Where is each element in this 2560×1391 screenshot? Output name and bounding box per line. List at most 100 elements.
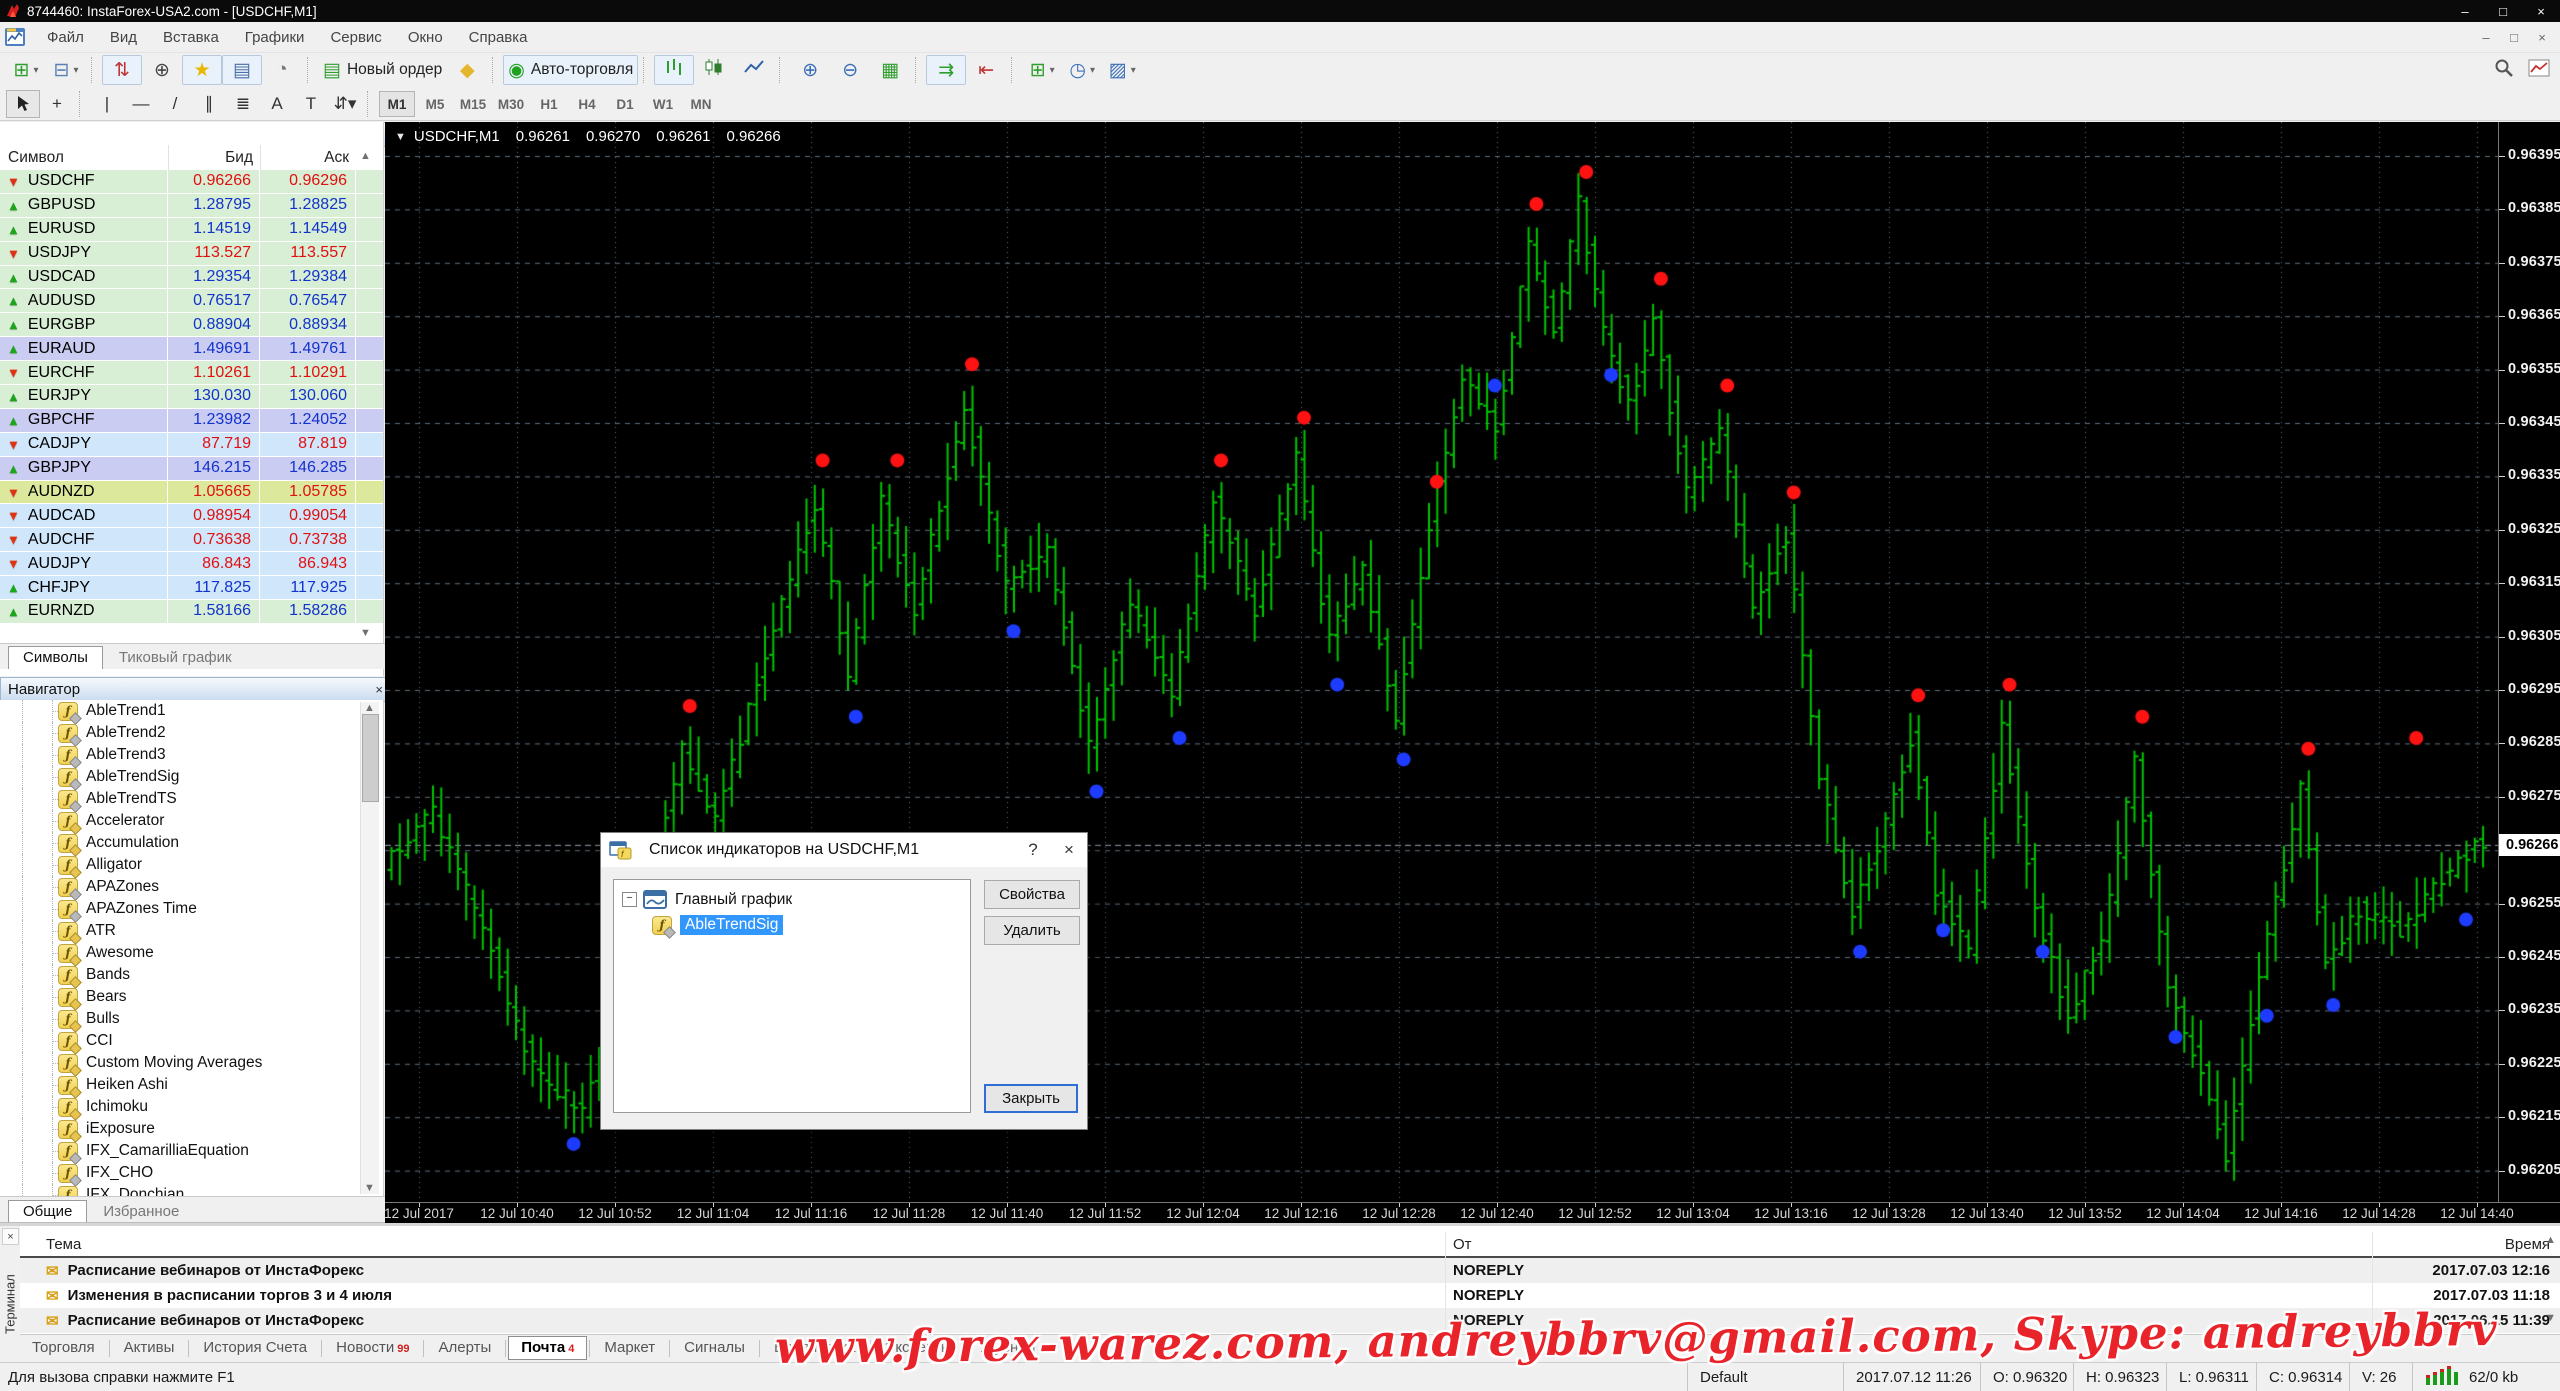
vertical-line-tool[interactable]: | — [90, 90, 124, 118]
navigator-item-Bands[interactable]: ƒBands — [0, 964, 383, 986]
navigator-scroll-thumb[interactable] — [362, 714, 379, 802]
new-chart-button[interactable]: ⊞▾ — [6, 55, 46, 85]
mail-column-От[interactable]: От — [1453, 1232, 1653, 1256]
chart-preview-icon[interactable] — [2528, 59, 2550, 82]
search-icon[interactable] — [2494, 58, 2514, 83]
chart-candles-button[interactable] — [694, 55, 734, 85]
close-button[interactable]: × — [2522, 0, 2560, 22]
terminal-toggle[interactable]: ▤ — [222, 55, 262, 85]
market-watch-row-AUDCAD[interactable]: ▼AUDCAD0.989540.99054 — [0, 504, 383, 528]
terminal-tab-Библиотека[interactable]: Библиотека — [762, 1337, 868, 1359]
zoom-out-button[interactable]: ⊖ — [830, 55, 870, 85]
mdi-restore-button[interactable]: □ — [2500, 30, 2528, 45]
market-watch-row-USDCAD[interactable]: ▲USDCAD1.293541.29384 — [0, 266, 383, 290]
timeframe-M30[interactable]: M30 — [493, 91, 529, 117]
market-watch-row-EURGBP[interactable]: ▲EURGBP0.889040.88934 — [0, 313, 383, 337]
terminal-tab-Сигналы[interactable]: Сигналы — [672, 1337, 757, 1359]
navigator-item-Alligator[interactable]: ƒAlligator — [0, 854, 383, 876]
periods-button[interactable]: ◷▾ — [1062, 55, 1102, 85]
tab-Символы[interactable]: Символы — [8, 646, 103, 669]
market-watch-row-GBPCHF[interactable]: ▲GBPCHF1.239821.24052 — [0, 409, 383, 433]
menu-item-Окно[interactable]: Окно — [395, 29, 456, 46]
navigator-item-Custom Moving Averages[interactable]: ƒCustom Moving Averages — [0, 1052, 383, 1074]
mdi-close-button[interactable]: × — [2528, 30, 2556, 45]
menu-item-Вид[interactable]: Вид — [97, 29, 150, 46]
navigator-tab-Общие[interactable]: Общие — [8, 1200, 87, 1223]
tree-root-label[interactable]: Главный график — [675, 891, 792, 909]
terminal-tab-Почта[interactable]: Почта4 — [508, 1336, 587, 1360]
tree-collapse-box[interactable]: − — [622, 892, 637, 907]
market-watch-toggle[interactable]: ⇅ — [102, 55, 142, 85]
zoom-in-button[interactable]: ⊕ — [790, 55, 830, 85]
market-watch-row-AUDJPY[interactable]: ▼AUDJPY86.84386.943 — [0, 552, 383, 576]
channel-tool[interactable]: ∥ — [192, 90, 226, 118]
timeframe-M5[interactable]: M5 — [417, 91, 453, 117]
navigator-tab-Избранное[interactable]: Избранное — [88, 1200, 194, 1223]
cursor-tool[interactable] — [6, 90, 40, 118]
navigator-item-AbleTrend2[interactable]: ƒAbleTrend2 — [0, 722, 383, 744]
text-label-tool[interactable]: T — [294, 90, 328, 118]
terminal-tab-Эксперты[interactable]: Эксперты — [873, 1337, 964, 1359]
navigator-item-Awesome[interactable]: ƒAwesome — [0, 942, 383, 964]
terminal-tab-История Счета[interactable]: История Счета — [191, 1337, 319, 1359]
chart-shift-toggle[interactable]: ⇤ — [966, 55, 1006, 85]
mail-row[interactable]: ✉Изменения в расписании торгов 3 и 4 июл… — [20, 1283, 2560, 1308]
indicators-button[interactable]: ⊞▾ — [1022, 55, 1062, 85]
horizontal-line-tool[interactable]: — — [124, 90, 158, 118]
dialog-close-action-button[interactable]: Закрыть — [984, 1084, 1078, 1113]
timeframe-W1[interactable]: W1 — [645, 91, 681, 117]
market-watch-row-GBPUSD[interactable]: ▲GBPUSD1.287951.28825 — [0, 194, 383, 218]
shapes-tool[interactable]: ⇵▾ — [328, 90, 362, 118]
navigator-item-iExposure[interactable]: ƒiExposure — [0, 1118, 383, 1140]
terminal-tab-Торговля[interactable]: Торговля — [20, 1337, 107, 1359]
mail-column-Тема[interactable]: Тема — [46, 1232, 346, 1256]
market-watch-row-CHFJPY[interactable]: ▲CHFJPY117.825117.925 — [0, 576, 383, 600]
market-watch-row-USDCHF[interactable]: ▼USDCHF0.962660.96296 — [0, 170, 383, 194]
terminal-close-icon[interactable]: × — [2, 1228, 19, 1245]
market-watch-row-AUDCHF[interactable]: ▼AUDCHF0.736380.73738 — [0, 528, 383, 552]
navigator-scrollbar[interactable]: ▲ ▼ — [360, 702, 379, 1194]
timeframe-M15[interactable]: M15 — [455, 91, 491, 117]
navigator-item-Bears[interactable]: ƒBears — [0, 986, 383, 1008]
timeframe-H4[interactable]: H4 — [569, 91, 605, 117]
menu-item-Файл[interactable]: Файл — [34, 29, 97, 46]
terminal-scroll-down[interactable]: ▼ — [2545, 1312, 2556, 1324]
menu-item-Сервис[interactable]: Сервис — [317, 29, 394, 46]
navigator-item-AbleTrendSig[interactable]: ƒAbleTrendSig — [0, 766, 383, 788]
timeframe-M1[interactable]: M1 — [379, 91, 415, 117]
column-header-Бид[interactable]: Бид — [168, 145, 253, 170]
strategy-tester-button[interactable]: ◔ — [262, 55, 302, 85]
mail-row[interactable]: ✉Расписание вебинаров от ИнстаФорексNORE… — [20, 1258, 2560, 1283]
navigator-item-Accumulation[interactable]: ƒAccumulation — [0, 832, 383, 854]
auto-scroll-toggle[interactable]: ⇉ — [926, 55, 966, 85]
maximize-button[interactable]: □ — [2484, 0, 2522, 22]
menu-item-Вставка[interactable]: Вставка — [150, 29, 232, 46]
market-watch-row-EURUSD[interactable]: ▲EURUSD1.145191.14549 — [0, 218, 383, 242]
navigator-item-Ichimoku[interactable]: ƒIchimoku — [0, 1096, 383, 1118]
navigator-item-Bulls[interactable]: ƒBulls — [0, 1008, 383, 1030]
timeframe-MN[interactable]: MN — [683, 91, 719, 117]
terminal-tab-Маркет[interactable]: Маркет — [592, 1337, 667, 1359]
navigator-toggle[interactable]: ★ — [182, 55, 222, 85]
market-watch-row-GBPJPY[interactable]: ▲GBPJPY146.215146.285 — [0, 457, 383, 481]
menu-item-Справка[interactable]: Справка — [456, 29, 541, 46]
mdi-minimize-button[interactable]: – — [2472, 30, 2500, 45]
timeframe-H1[interactable]: H1 — [531, 91, 567, 117]
delete-button[interactable]: Удалить — [984, 916, 1080, 945]
dialog-close-button[interactable]: × — [1051, 833, 1087, 867]
navigator-item-CCI[interactable]: ƒCCI — [0, 1030, 383, 1052]
navigator-item-APAZones Time[interactable]: ƒAPAZones Time — [0, 898, 383, 920]
new-order-button[interactable]: ▤Новый ордер — [318, 55, 447, 85]
navigator-close-icon[interactable]: × — [375, 682, 383, 697]
navigator-item-IFX_CHO[interactable]: ƒIFX_CHO — [0, 1162, 383, 1184]
navigator-scroll-up[interactable]: ▲ — [364, 702, 375, 714]
navigator-item-Heiken Ashi[interactable]: ƒHeiken Ashi — [0, 1074, 383, 1096]
metaeditor-button[interactable]: ◆ — [447, 55, 487, 85]
tree-child-row[interactable]: ƒ AbleTrendSig — [652, 915, 970, 935]
navigator-item-AbleTrend3[interactable]: ƒAbleTrend3 — [0, 744, 383, 766]
crosshair-tool[interactable]: + — [40, 90, 74, 118]
column-header-Символ[interactable]: Символ — [8, 145, 158, 170]
terminal-tab-Журнал[interactable]: Журнал — [969, 1337, 1048, 1359]
templates-button[interactable]: ▨▾ — [1102, 55, 1142, 85]
tree-root-row[interactable]: − Главный график — [622, 890, 970, 909]
